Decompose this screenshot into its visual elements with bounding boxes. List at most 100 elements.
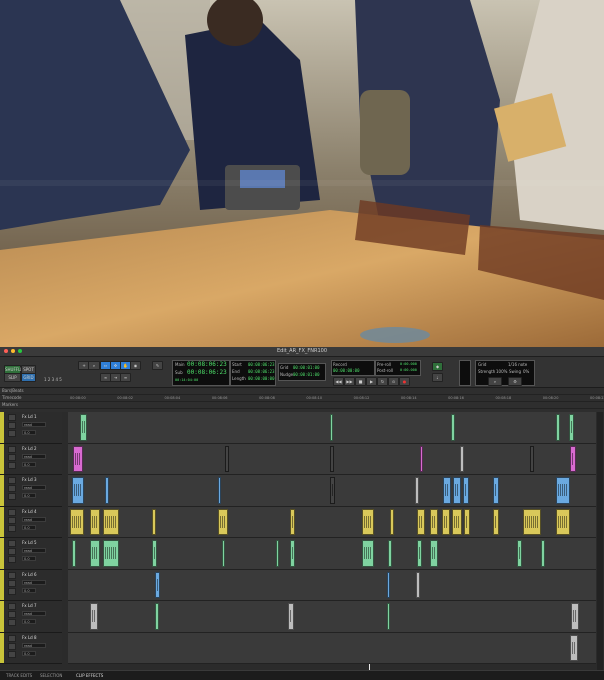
audio-clip[interactable] bbox=[290, 540, 295, 567]
audio-clip[interactable] bbox=[90, 540, 100, 567]
volume-field[interactable]: 0.0 bbox=[22, 430, 36, 435]
rewind-icon[interactable]: ◀◀ bbox=[333, 377, 344, 386]
mute-button[interactable] bbox=[8, 587, 16, 595]
track-select-strip[interactable] bbox=[0, 475, 4, 506]
automation-mode-select[interactable]: read bbox=[22, 611, 46, 616]
tab-selection[interactable]: SELECTION bbox=[40, 673, 62, 679]
ruler-row-timecode[interactable]: Timecode 00:08:00 00:08:02 00:08:04 00:08:0… bbox=[0, 395, 604, 402]
track-header[interactable]: Fx Ld 8 read 0.0 bbox=[0, 632, 62, 664]
audio-clip[interactable] bbox=[430, 540, 438, 567]
record-arm-button[interactable] bbox=[8, 540, 16, 547]
audio-clip[interactable] bbox=[387, 603, 390, 630]
zoom-icon[interactable]: ⌕ bbox=[88, 361, 100, 370]
audio-clip[interactable] bbox=[90, 508, 100, 535]
automation-mode-select[interactable]: read bbox=[22, 516, 46, 522]
fastforward-icon[interactable]: ▶▶ bbox=[344, 377, 355, 386]
ruler-row-markers[interactable]: Markers bbox=[0, 402, 604, 409]
automation-mode-select[interactable]: read bbox=[22, 453, 46, 459]
track-name[interactable]: Fx Ld 6 bbox=[22, 572, 37, 577]
solo-button[interactable] bbox=[8, 516, 16, 524]
audio-clip[interactable] bbox=[570, 634, 578, 661]
tab-clip-effects[interactable]: CLIP EFFECTS bbox=[76, 673, 103, 679]
audio-clip[interactable] bbox=[330, 445, 334, 472]
mode-grid-button[interactable]: GRID bbox=[21, 373, 36, 382]
record-arm-button[interactable] bbox=[8, 634, 16, 642]
mute-button[interactable] bbox=[8, 619, 16, 626]
audio-clip[interactable] bbox=[569, 414, 574, 441]
grid-nudge-counter[interactable]: Grid 00:00:01:00 Nudge 00:00:01:00 bbox=[278, 363, 326, 381]
audio-clip[interactable] bbox=[517, 540, 522, 567]
audio-clip[interactable] bbox=[330, 477, 335, 504]
volume-field[interactable]: 0.0 bbox=[22, 650, 36, 656]
audio-clip[interactable] bbox=[571, 603, 579, 630]
ruler-row-bars[interactable]: Bars|Beats bbox=[0, 388, 604, 395]
audio-clip[interactable] bbox=[523, 508, 541, 535]
track-lane[interactable] bbox=[68, 443, 596, 475]
mute-button[interactable] bbox=[8, 493, 16, 500]
audio-clip[interactable] bbox=[155, 603, 159, 630]
audio-clip[interactable] bbox=[541, 540, 545, 567]
mode-slip-button[interactable]: SLIP bbox=[4, 373, 21, 382]
audio-clip[interactable] bbox=[152, 508, 156, 535]
track-select-strip[interactable] bbox=[0, 601, 4, 632]
audio-clip[interactable] bbox=[288, 603, 294, 630]
audio-clip[interactable] bbox=[103, 540, 119, 567]
audio-clip[interactable] bbox=[463, 477, 469, 504]
track-select-strip[interactable] bbox=[0, 632, 4, 663]
track-name[interactable]: Fx Ld 4 bbox=[22, 509, 37, 514]
track-header[interactable]: Fx Ld 4 read 0.0 bbox=[0, 506, 62, 538]
audio-clip[interactable] bbox=[464, 508, 470, 535]
record-arm-button[interactable] bbox=[8, 477, 16, 484]
audio-clip[interactable] bbox=[387, 571, 390, 598]
mute-button[interactable] bbox=[8, 430, 16, 437]
audio-clip[interactable] bbox=[430, 508, 438, 535]
search-icon[interactable]: ⌕ bbox=[488, 377, 502, 386]
audio-clip[interactable] bbox=[73, 445, 83, 472]
track-select-strip[interactable] bbox=[0, 443, 4, 474]
audio-clip[interactable] bbox=[443, 477, 451, 504]
audio-clip[interactable] bbox=[72, 540, 76, 567]
automation-mode-select[interactable]: read bbox=[22, 548, 46, 553]
record-arm-button[interactable] bbox=[8, 414, 16, 421]
audio-clip[interactable] bbox=[152, 540, 157, 567]
audio-clip[interactable] bbox=[330, 414, 333, 441]
scrub-icon[interactable]: ◉ bbox=[130, 361, 141, 370]
audio-clip[interactable] bbox=[442, 508, 450, 535]
audio-clip[interactable] bbox=[420, 445, 423, 472]
track-header[interactable]: Fx Ld 2 read 0.0 bbox=[0, 443, 62, 475]
solo-button[interactable] bbox=[8, 422, 16, 429]
audio-clip[interactable] bbox=[362, 540, 374, 567]
solo-button[interactable] bbox=[8, 611, 16, 618]
track-lane[interactable] bbox=[68, 601, 596, 633]
record-arm-button[interactable] bbox=[8, 571, 16, 579]
volume-field[interactable]: 0.0 bbox=[22, 587, 36, 593]
solo-button[interactable] bbox=[8, 453, 16, 461]
track-lane[interactable] bbox=[68, 506, 596, 538]
vertical-scrollbar[interactable] bbox=[597, 412, 603, 670]
audio-clip[interactable] bbox=[72, 477, 84, 504]
audio-clip[interactable] bbox=[493, 477, 499, 504]
track-name[interactable]: Fx Ld 8 bbox=[22, 635, 37, 640]
automation-mode-select[interactable]: read bbox=[22, 579, 46, 585]
audio-clip[interactable] bbox=[222, 540, 225, 567]
track-name[interactable]: Fx Ld 1 bbox=[22, 414, 37, 419]
audio-clip[interactable] bbox=[556, 477, 570, 504]
audio-clip[interactable] bbox=[105, 477, 109, 504]
solo-button[interactable] bbox=[8, 548, 16, 555]
audio-clip[interactable] bbox=[276, 540, 279, 567]
track-lane[interactable] bbox=[68, 412, 596, 444]
audio-clip[interactable] bbox=[415, 477, 419, 504]
stop-icon[interactable]: ■ bbox=[355, 377, 366, 386]
audio-clip[interactable] bbox=[218, 477, 221, 504]
solo-button[interactable] bbox=[8, 579, 16, 587]
audio-clip[interactable] bbox=[570, 445, 576, 472]
count-off-button[interactable]: ♩ bbox=[432, 373, 443, 382]
audio-clip[interactable] bbox=[453, 477, 461, 504]
track-name[interactable]: Fx Ld 2 bbox=[22, 446, 37, 451]
record-arm-button[interactable] bbox=[8, 603, 16, 610]
record-arm-button[interactable] bbox=[8, 445, 16, 453]
track-name[interactable]: Fx Ld 7 bbox=[22, 603, 37, 608]
volume-field[interactable]: 0.0 bbox=[22, 619, 36, 624]
audio-clip[interactable] bbox=[416, 571, 420, 598]
mute-button[interactable] bbox=[8, 524, 16, 532]
